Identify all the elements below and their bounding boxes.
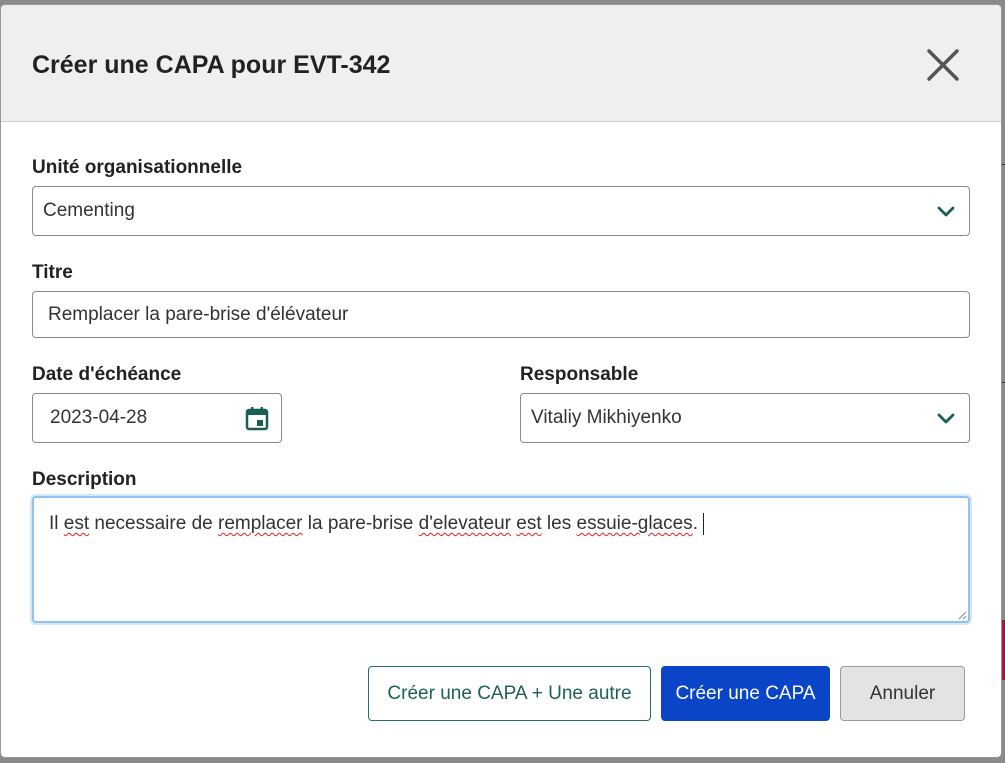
due-date-value: 2023-04-28 — [50, 407, 148, 428]
close-button[interactable] — [921, 43, 965, 87]
description-text: Il est necessaire de remplacer la pare-b… — [49, 513, 704, 535]
cancel-button[interactable]: Annuler — [840, 666, 965, 721]
create-capa-dialog: Créer une CAPA pour EVT-342 Unité organi… — [1, 5, 1001, 757]
org-unit-select[interactable]: Cementing — [32, 186, 970, 236]
due-date-input[interactable]: 2023-04-28 — [32, 393, 282, 443]
chevron-down-icon — [937, 206, 955, 217]
title-label: Titre — [32, 262, 73, 283]
owner-label: Responsable — [520, 364, 639, 385]
due-date-label: Date d'échéance — [32, 364, 182, 385]
owner-select[interactable]: Vitaliy Mikhiyenko — [520, 393, 970, 443]
org-unit-value: Cementing — [43, 200, 135, 221]
text-caret — [702, 513, 704, 535]
title-value: Remplacer la pare-brise d'élévateur — [48, 303, 349, 325]
create-capa-and-another-button[interactable]: Créer une CAPA + Une autre — [368, 666, 651, 721]
description-textarea[interactable]: Il est necessaire de remplacer la pare-b… — [32, 496, 970, 623]
chevron-down-icon — [937, 413, 955, 424]
close-icon — [927, 49, 959, 81]
description-label: Description — [32, 469, 137, 490]
title-input[interactable]: Remplacer la pare-brise d'élévateur — [32, 291, 970, 338]
resize-grip-icon[interactable] — [957, 610, 967, 620]
create-capa-button[interactable]: Créer une CAPA — [661, 666, 830, 721]
org-unit-label: Unité organisationnelle — [32, 157, 243, 178]
dialog-title: Créer une CAPA pour EVT-342 — [32, 51, 391, 79]
dialog-header: Créer une CAPA pour EVT-342 — [1, 5, 1001, 122]
calendar-icon[interactable] — [244, 406, 270, 432]
owner-value: Vitaliy Mikhiyenko — [531, 407, 682, 428]
